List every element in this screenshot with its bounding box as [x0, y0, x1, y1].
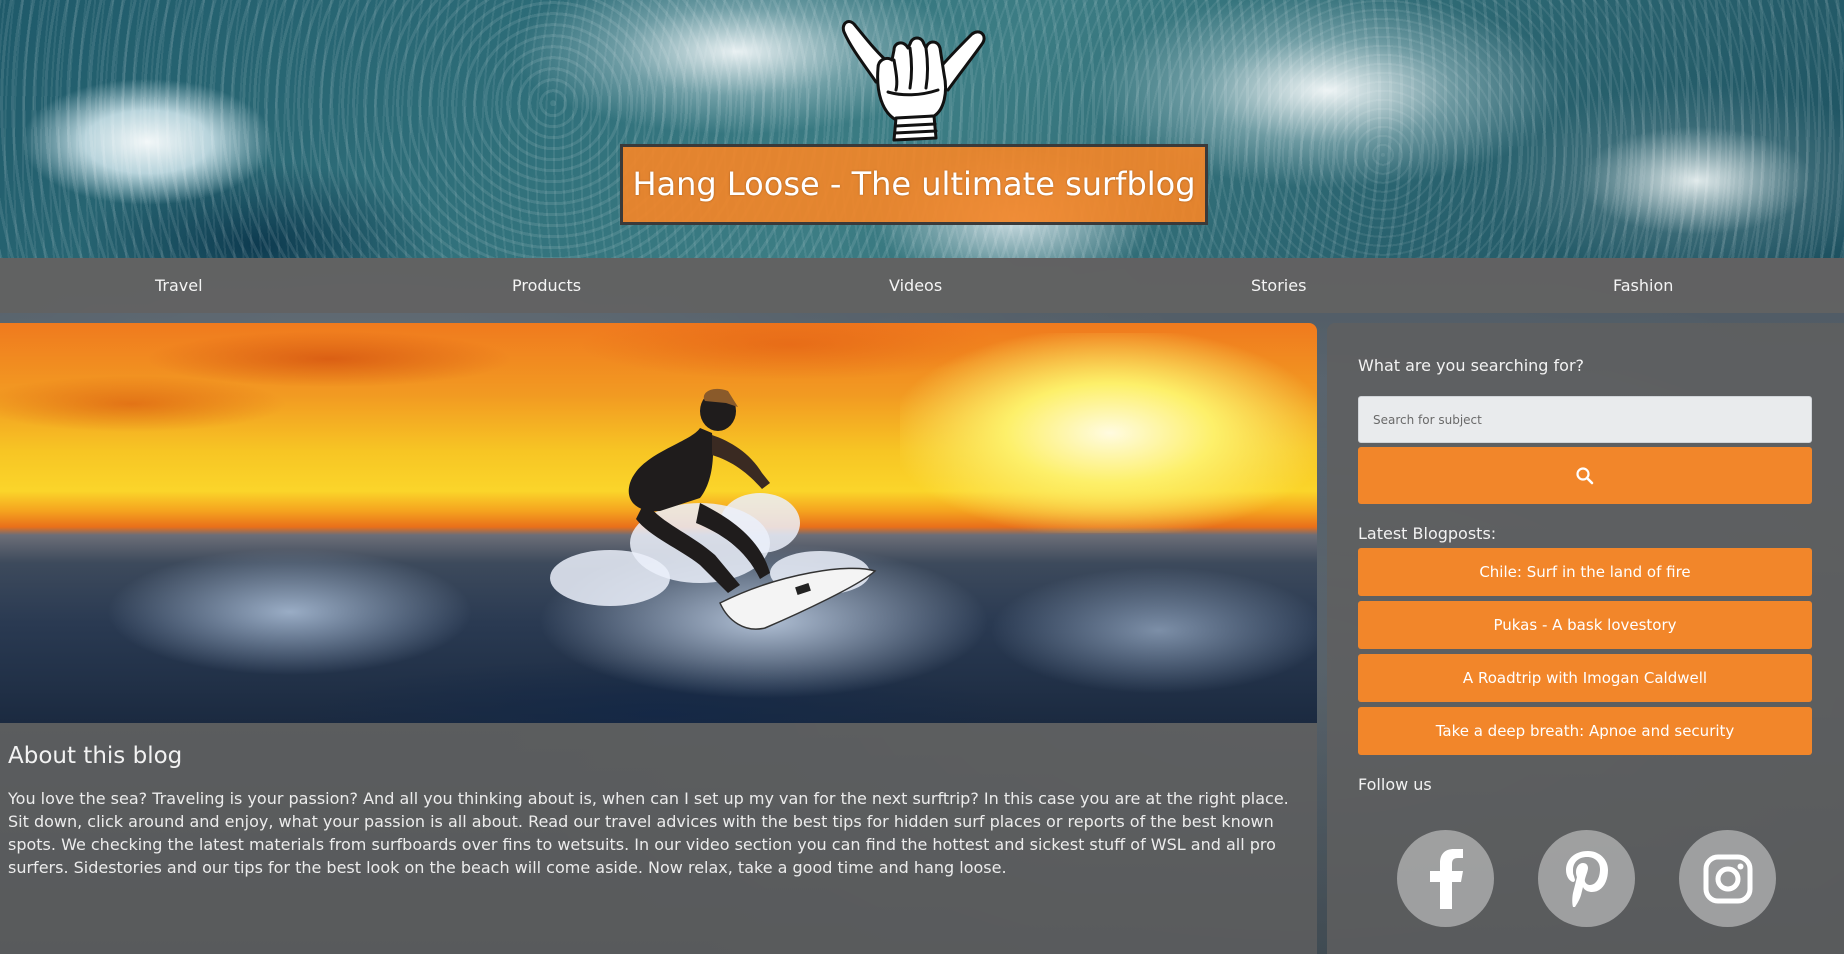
shaka-hand-icon[interactable]	[838, 12, 990, 144]
post-link-pukas[interactable]: Pukas - A bask lovestory	[1358, 601, 1812, 649]
pinterest-button[interactable]	[1538, 830, 1635, 927]
nav-item-videos[interactable]: Videos	[889, 258, 942, 313]
search-label: What are you searching for?	[1358, 356, 1585, 375]
nav-item-travel[interactable]: Travel	[155, 258, 203, 313]
about-text: You love the sea? Traveling is your pass…	[8, 789, 1289, 877]
about-title: About this blog	[8, 743, 183, 769]
sidebar: What are you searching for? Latest Blogp…	[1327, 323, 1844, 954]
search-input[interactable]	[1358, 396, 1812, 443]
follow-us-label: Follow us	[1358, 775, 1432, 794]
search-icon	[1576, 466, 1594, 484]
search-button[interactable]	[1358, 447, 1812, 504]
instagram-button[interactable]	[1679, 830, 1776, 927]
post-link-chile[interactable]: Chile: Surf in the land of fire	[1358, 548, 1812, 596]
post-link-apnoe[interactable]: Take a deep breath: Apnoe and security	[1358, 707, 1812, 755]
hero-image	[0, 323, 1317, 723]
facebook-button[interactable]	[1397, 830, 1494, 927]
instagram-icon	[1703, 854, 1752, 903]
latest-posts-label: Latest Blogposts:	[1358, 524, 1497, 543]
nav-item-fashion[interactable]: Fashion	[1613, 258, 1673, 313]
post-link-roadtrip[interactable]: A Roadtrip with Imogan Caldwell	[1358, 654, 1812, 702]
pinterest-icon	[1565, 850, 1608, 907]
facebook-icon	[1429, 848, 1463, 909]
about-section: About this blog You love the sea? Travel…	[8, 743, 1308, 879]
header-banner: Hang Loose - The ultimate surfblog	[0, 0, 1844, 258]
nav-item-stories[interactable]: Stories	[1251, 258, 1306, 313]
site-title[interactable]: Hang Loose - The ultimate surfblog	[620, 144, 1208, 225]
nav-item-products[interactable]: Products	[512, 258, 581, 313]
surfer-silhouette	[550, 388, 877, 630]
main-navigation: Travel Products Videos Stories Fashion	[0, 258, 1844, 313]
main-content: About this blog You love the sea? Travel…	[0, 323, 1317, 954]
